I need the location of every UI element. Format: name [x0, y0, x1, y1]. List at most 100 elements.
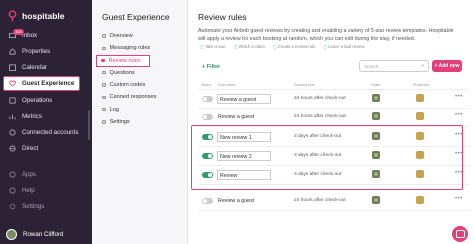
brand[interactable]: hospitable	[8, 10, 65, 22]
search-placeholder: Search...	[364, 64, 383, 69]
brand-name: hospitable	[22, 11, 65, 21]
sidebar-bottom: Apps Help Settings	[0, 166, 92, 214]
section-panel: Guest Experience Overview Messaging rule…	[92, 0, 188, 244]
page-title: Review rules	[198, 12, 247, 22]
help-links: Take a tour Watch a video Create a revie…	[200, 44, 365, 49]
nav-item-log[interactable]: Log	[96, 103, 156, 115]
sidebar-item-label: Settings	[22, 202, 45, 210]
property-thumbnail	[416, 112, 424, 120]
column-header-hosts[interactable]: Hosts	[371, 83, 380, 87]
globe-icon	[9, 145, 16, 151]
rule-name: Review a guest	[217, 94, 271, 104]
more-options-icon[interactable]: •••	[455, 94, 463, 100]
status-toggle[interactable]	[202, 96, 213, 102]
column-header-status[interactable]: Status	[201, 83, 211, 87]
sidebar-nav: 164 Inbox Properties Calendar Guest Expe…	[0, 27, 92, 156]
link-leave-bad-review[interactable]: Leave a bad review	[323, 44, 364, 49]
column-header-rule-name[interactable]: Rule name	[218, 83, 235, 87]
nav-item-label: Questions	[109, 69, 135, 76]
bullet-icon	[102, 34, 106, 38]
sidebar-item-help[interactable]: Help	[0, 182, 92, 198]
sending-time: 24 hours after check-out	[294, 96, 346, 101]
inbox-badge: 164	[13, 29, 24, 35]
sidebar-item-label: Metrics	[22, 112, 42, 120]
sidebar-item-settings[interactable]: Settings	[0, 198, 92, 214]
nav-item-questions[interactable]: Questions	[96, 67, 156, 79]
sending-time: 24 hours after check-out	[294, 114, 346, 119]
nav-item-label: Overview	[109, 33, 133, 40]
chart-icon	[9, 114, 16, 119]
property-thumbnail	[416, 94, 424, 102]
sidebar-item-connected-accounts[interactable]: Connected accounts	[0, 124, 92, 140]
nav-item-settings[interactable]: Settings	[96, 116, 156, 128]
property-thumbnail	[416, 196, 424, 204]
user-name: Rowan Clifford	[23, 231, 64, 238]
status-toggle[interactable]	[202, 198, 213, 204]
search-icon: ⌕	[421, 63, 424, 69]
status-toggle[interactable]	[202, 114, 213, 120]
table-row[interactable]: Review a guest 24 hours after check-out …	[198, 193, 470, 211]
sidebar-item-calendar[interactable]: Calendar	[0, 59, 92, 75]
sidebar-item-operations[interactable]: Operations	[0, 92, 92, 108]
home-icon	[9, 47, 16, 54]
bullet-icon	[102, 120, 106, 124]
filter-button[interactable]: + Filter	[202, 64, 220, 70]
avatar	[6, 229, 17, 240]
sidebar-item-properties[interactable]: Properties	[0, 43, 92, 59]
sidebar-scrollbar[interactable]	[88, 110, 90, 140]
nav-item-review-rules[interactable]: Review rules	[96, 54, 150, 67]
chat-help-icon[interactable]	[452, 226, 468, 242]
nav-item-label: Log	[109, 106, 119, 113]
table-header: Status Rule name Sending time Hosts Prop…	[198, 82, 468, 90]
sidebar-item-inbox[interactable]: 164 Inbox	[0, 27, 92, 43]
column-header-properties[interactable]: Properties	[413, 83, 429, 87]
link-create-review-rule[interactable]: Create a review rule	[273, 44, 315, 49]
nav-item-canned-responses[interactable]: Canned responses	[96, 91, 156, 103]
sidebar-item-label: Properties	[22, 47, 51, 55]
panel-title: Guest Experience	[102, 12, 170, 22]
add-new-button[interactable]: + Add new	[432, 60, 462, 72]
apps-icon	[9, 171, 16, 177]
search-input[interactable]: Search... ⌕	[359, 60, 429, 72]
link-icon	[9, 129, 16, 135]
sidebar-item-label: Calendar	[22, 63, 48, 71]
link-watch-video[interactable]: Watch a video	[234, 44, 265, 49]
hospitable-logo-icon	[8, 10, 17, 22]
host-avatar	[372, 196, 380, 204]
sidebar-item-apps[interactable]: Apps	[0, 166, 92, 182]
rule-name: Review a guest	[218, 114, 255, 120]
main-content: Review rules Automate your Airbnb guest …	[188, 0, 474, 244]
user-menu[interactable]: Rowan Clifford	[6, 229, 63, 240]
table-row[interactable]: Review a guest 24 hours after check-out …	[198, 91, 470, 109]
more-options-icon[interactable]: •••	[455, 112, 463, 118]
nav-item-messaging-rules[interactable]: Messaging rules	[96, 42, 156, 54]
main-sidebar: hospitable 164 Inbox Properties Calendar…	[0, 0, 92, 244]
nav-item-label: Review rules	[108, 57, 141, 64]
rule-name: Review a guest	[218, 198, 255, 204]
sidebar-item-label: Operations	[22, 96, 53, 104]
page-description: Automate your Airbnb guest reviews by cr…	[198, 28, 454, 42]
sidebar-item-label: Inbox	[22, 31, 38, 39]
nav-item-overview[interactable]: Overview	[96, 30, 156, 42]
more-options-icon[interactable]: •••	[455, 196, 463, 202]
nav-item-custom-codes[interactable]: Custom codes	[96, 79, 156, 91]
link-take-tour[interactable]: Take a tour	[200, 44, 226, 49]
sending-time: 24 hours after check-out	[294, 198, 346, 203]
highlight-box-enabled-rules	[191, 125, 463, 190]
sidebar-item-guest-experience[interactable]: Guest Experience	[3, 76, 80, 91]
nav-item-label: Settings	[109, 118, 130, 125]
grid-icon	[9, 97, 16, 103]
calendar-icon	[9, 64, 16, 71]
sidebar-item-metrics[interactable]: Metrics	[0, 108, 92, 124]
bullet-icon	[102, 83, 106, 87]
host-avatar	[372, 94, 380, 102]
sidebar-item-direct[interactable]: Direct	[0, 140, 92, 156]
section-nav: Overview Messaging rules Review rules Qu…	[96, 30, 156, 128]
column-header-sending-time[interactable]: Sending time	[294, 83, 315, 87]
host-avatar	[372, 112, 380, 120]
sidebar-item-label: Apps	[22, 170, 37, 178]
sidebar-item-label: Help	[22, 186, 35, 194]
sidebar-item-label: Direct	[22, 144, 39, 152]
nav-item-label: Canned responses	[109, 94, 157, 101]
heart-icon	[9, 80, 16, 87]
